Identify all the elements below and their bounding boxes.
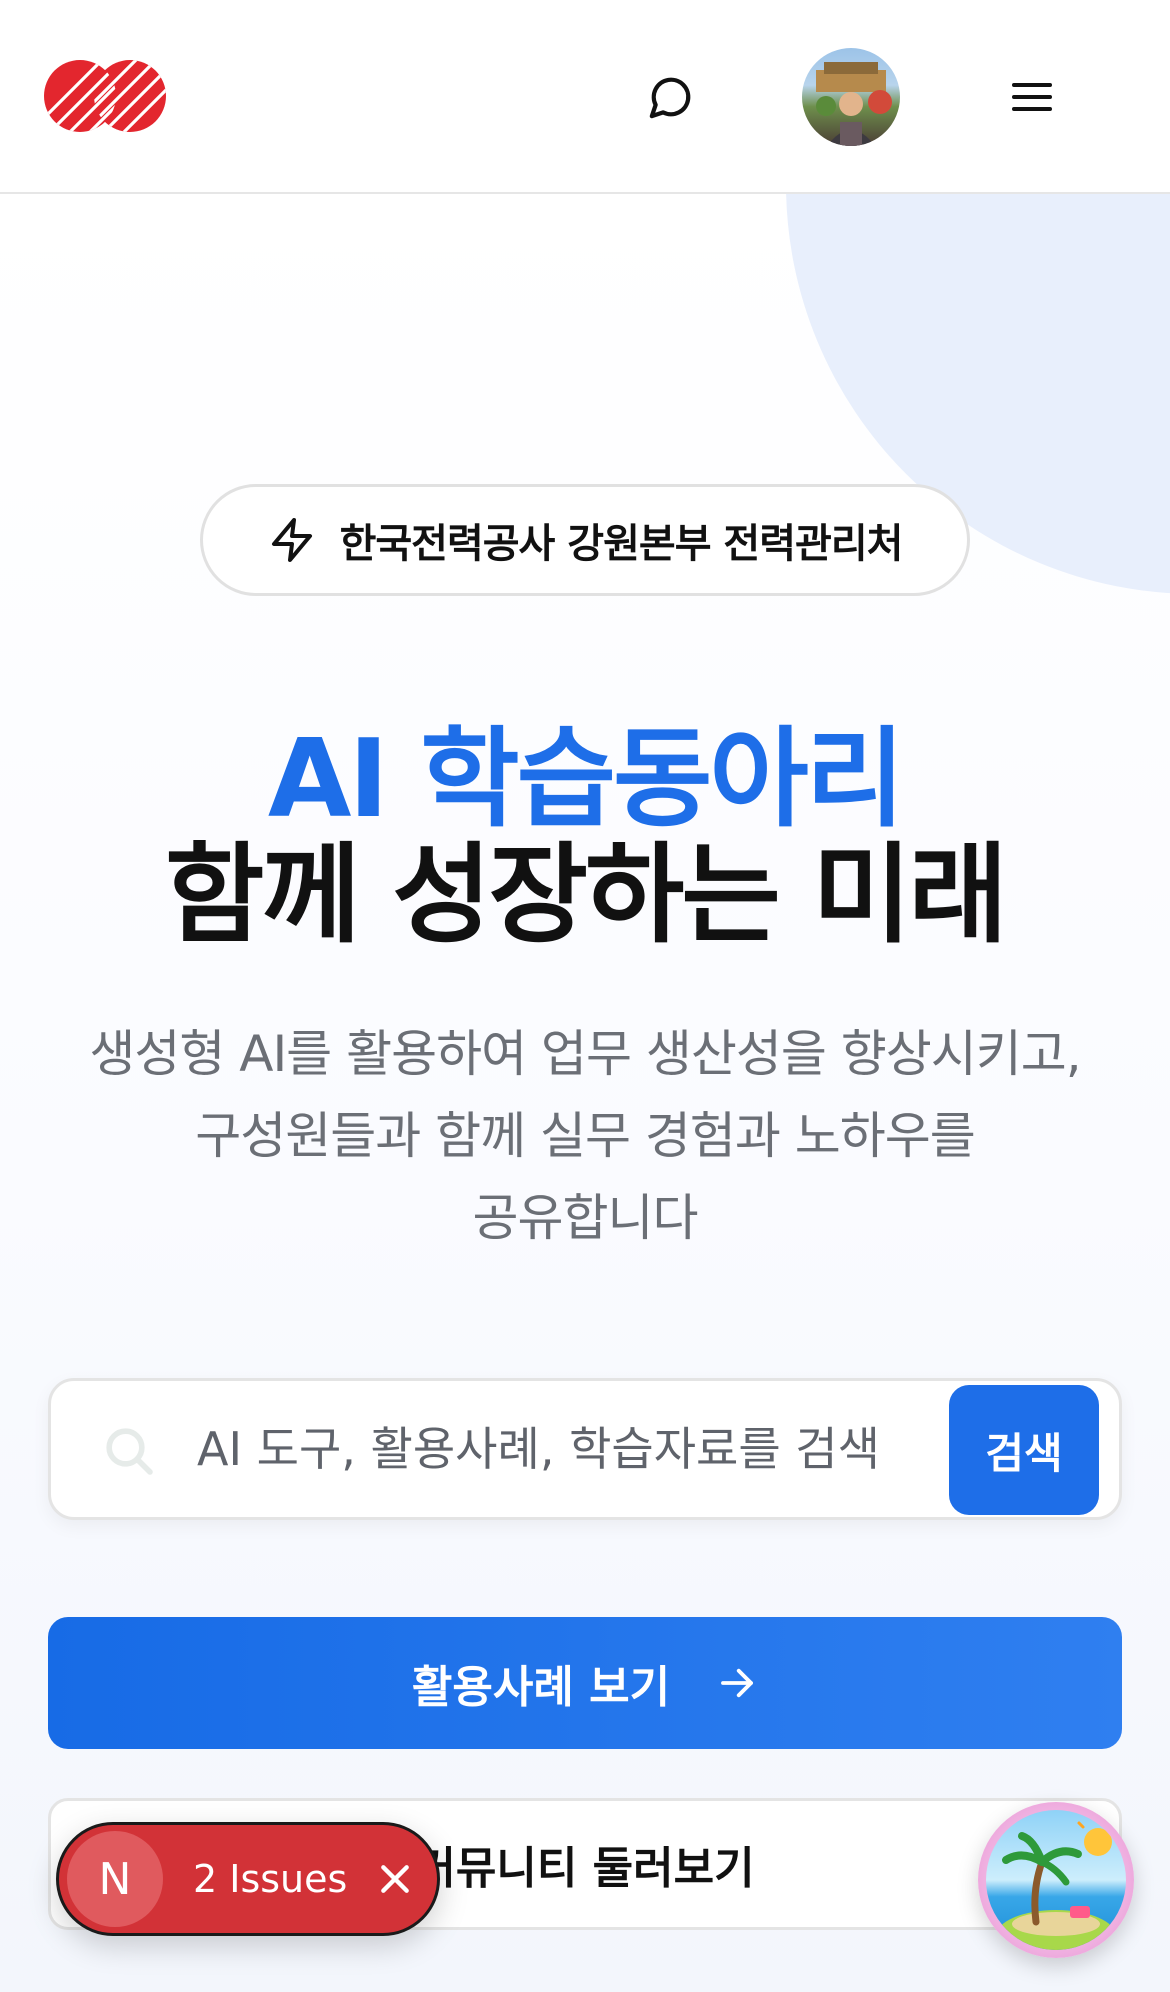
search-bar: 검색 [48,1378,1122,1520]
menu-button[interactable] [1000,68,1064,126]
close-icon[interactable] [375,1859,415,1899]
top-header [0,0,1170,194]
issues-logo: N [67,1831,163,1927]
search-input[interactable] [197,1401,937,1497]
hero-description-line2: 구성원들과 함께 실무 경험과 노하우를 [195,1107,976,1165]
search-icon [106,1428,153,1475]
chat-bubble-icon [649,77,691,119]
hamburger-menu-icon [1012,83,1052,111]
lightning-icon [271,518,312,562]
browse-community-label: 커뮤니티 둘러보기 [415,1843,755,1894]
search-button[interactable]: 검색 [949,1385,1099,1515]
issues-badge[interactable]: N 2 Issues [56,1822,440,1936]
view-use-cases-button[interactable]: 활용사례 보기 [48,1617,1122,1749]
kepco-logo-icon[interactable] [44,58,166,134]
hero-section: 한국전력공사 강원본부 전력관리처 AI 학습동아리 함께 성장하는 미래 생성… [0,194,1170,1992]
user-avatar[interactable] [802,48,900,146]
hero-description-line3: 공유합니다 [472,1189,699,1247]
hero-description-line1: 생성형 AI를 활용하여 업무 생산성을 향상시키고, [89,1025,1081,1083]
island-palm-icon [986,1810,1126,1950]
view-use-cases-label: 활용사례 보기 [411,1662,671,1713]
arrow-right-icon [721,1668,754,1698]
chat-button[interactable] [640,66,702,128]
organization-badge: 한국전력공사 강원본부 전력관리처 [200,484,970,596]
organization-name: 한국전력공사 강원본부 전력관리처 [339,521,904,567]
hero-title-line2: 함께 성장하는 미래 [164,833,1008,958]
floating-action-button[interactable] [978,1802,1134,1958]
issues-count: 2 Issues [193,1857,348,1901]
